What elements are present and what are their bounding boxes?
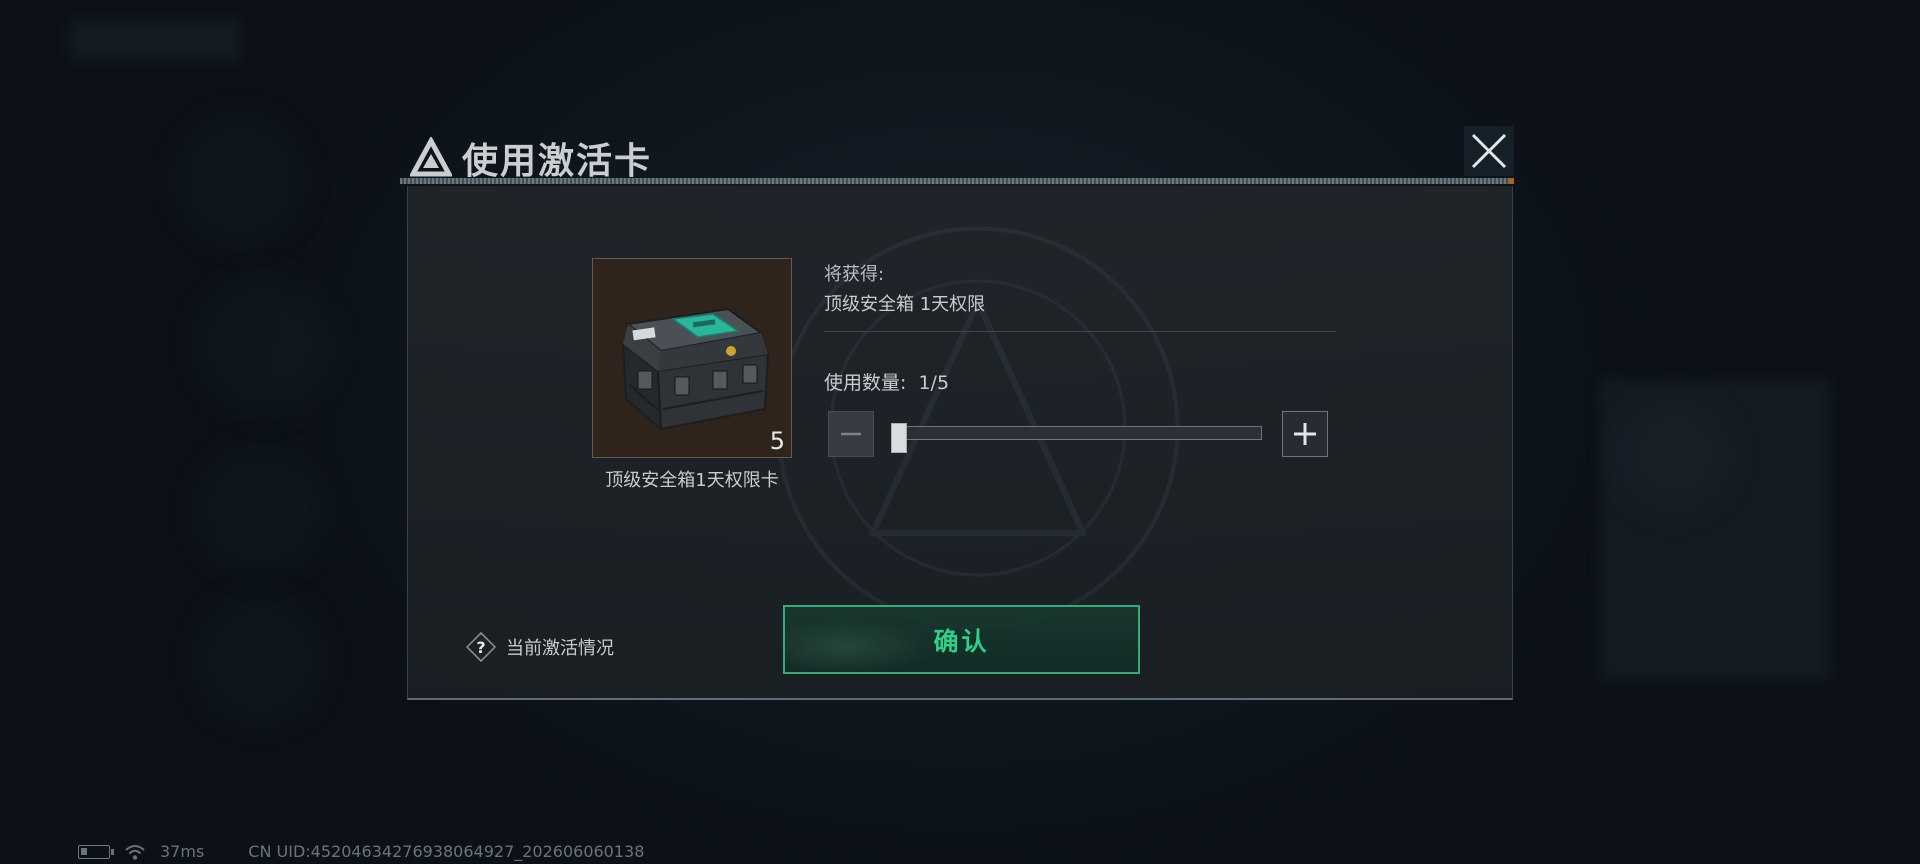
activation-status-label: 当前激活情况 xyxy=(506,638,614,659)
item-name: 顶级安全箱1天权限卡 xyxy=(605,470,779,491)
background-blur xyxy=(200,450,320,570)
reward-divider xyxy=(824,331,1336,332)
decrease-button[interactable] xyxy=(828,411,874,457)
reward-label: 将获得: xyxy=(824,264,885,285)
activation-status-link[interactable]: ? 当前激活情况 xyxy=(466,632,614,662)
item-card[interactable]: 5 xyxy=(592,258,792,458)
background-blur xyxy=(200,280,330,410)
confirm-label: 确认 xyxy=(933,626,990,656)
delta-logo-icon xyxy=(410,137,452,177)
item-count: 5 xyxy=(769,427,785,455)
background-blur xyxy=(1620,400,1730,510)
background-panel xyxy=(70,20,240,60)
dialog-title: 使用激活卡 xyxy=(462,141,653,182)
slider-handle[interactable] xyxy=(891,423,907,453)
header-divider xyxy=(400,178,1514,184)
close-button[interactable] xyxy=(1464,126,1514,176)
quantity-value: 1/5 xyxy=(918,372,950,394)
secure-case-icon xyxy=(620,307,771,432)
dialog-header: 使用激活卡 xyxy=(400,124,1514,186)
ping-value: 37ms xyxy=(160,842,205,861)
quantity-label-text: 使用数量: xyxy=(824,372,907,394)
confirm-button[interactable]: 确认 xyxy=(783,605,1140,674)
dialog-body: 5 顶级安全箱1天权限卡 将获得: 顶级安全箱 1天权限 使用数量: 1/5 ?… xyxy=(407,186,1513,700)
wifi-icon xyxy=(125,844,145,860)
increase-button[interactable] xyxy=(1282,411,1328,457)
quantity-label: 使用数量: 1/5 xyxy=(824,368,949,395)
quantity-slider[interactable] xyxy=(891,423,1262,453)
dialog-title-wrap: 使用激活卡 xyxy=(410,132,652,184)
svg-text:?: ? xyxy=(476,638,485,657)
question-icon: ? xyxy=(466,632,496,662)
battery-icon xyxy=(78,844,114,859)
plus-icon xyxy=(1294,423,1316,445)
status-bar: 37ms CN UID:45204634276938064927_2026060… xyxy=(78,842,644,861)
background-blur xyxy=(180,120,300,240)
background-blur xyxy=(200,600,320,720)
close-icon xyxy=(1471,133,1507,169)
minus-icon xyxy=(841,432,861,436)
reward-value: 顶级安全箱 1天权限 xyxy=(824,294,986,315)
uid-text: CN UID:45204634276938064927_202606060138 xyxy=(248,842,645,861)
